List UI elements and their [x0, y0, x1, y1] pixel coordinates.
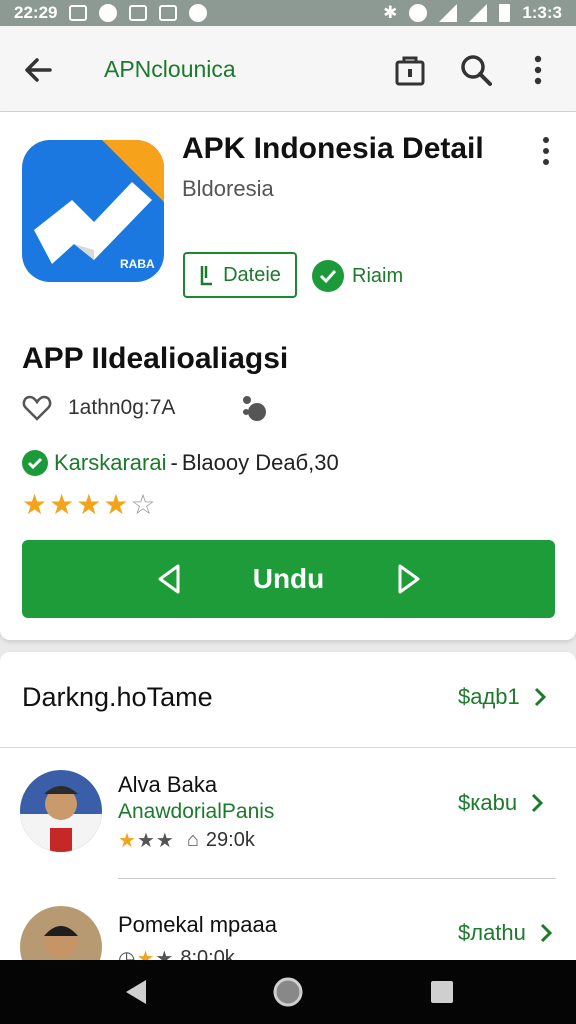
- download-button[interactable]: Undu: [22, 540, 555, 618]
- star-icon: ★: [118, 830, 136, 852]
- download-count-icon: ⌂: [186, 829, 199, 851]
- detail-button[interactable]: Dateie: [183, 252, 297, 298]
- nav-home-icon[interactable]: [270, 974, 306, 1010]
- store-bag-icon[interactable]: [390, 50, 430, 90]
- star-filled-icon: ★: [22, 489, 48, 520]
- item-subtitle: AnawdorialPanis: [118, 800, 275, 823]
- heart-icon[interactable]: [22, 394, 52, 422]
- star-filled-icon: ★: [103, 489, 129, 520]
- bracket-icon: [200, 266, 213, 286]
- system-nav-bar: [0, 960, 576, 1024]
- mail-notification-icon: [129, 5, 148, 21]
- star-icon: ★: [155, 830, 174, 852]
- chevron-right-icon: [534, 687, 546, 707]
- status-bar: 22:29 ✱ 1:3:3: [0, 0, 576, 26]
- list-item[interactable]: Alva Baka AnawdorialPanis ★ ★ ★ ⌂ 29:0k …: [0, 762, 576, 892]
- app-logo-icon: RABA: [22, 140, 164, 282]
- star-icon: ★: [136, 830, 155, 852]
- verified-check-icon: [22, 450, 48, 476]
- image-notification-icon: [69, 5, 88, 21]
- nav-back-icon[interactable]: [118, 974, 154, 1010]
- detail-button-label: Dateie: [223, 263, 281, 286]
- star-filled-icon: ★: [76, 489, 102, 520]
- status-time: 22:29: [14, 3, 58, 22]
- item-price-label: $каbu: [458, 790, 518, 815]
- app-developer[interactable]: Bldoresia: [182, 176, 274, 202]
- verified-detail: Blaooy Deаб,30: [181, 450, 339, 475]
- item-name: Alva Baka: [118, 772, 218, 797]
- item-name: Pomekal mpaaa: [118, 912, 277, 937]
- app-title: APK Indonesia Detail: [182, 132, 484, 165]
- app-icon-badge: RABA: [120, 257, 155, 271]
- item-rating: ★ ★ ★ ⌂ 29:0k: [118, 828, 255, 853]
- download-label: Undu: [252, 563, 325, 594]
- share-icon[interactable]: [237, 392, 269, 424]
- meta-text: 1athn0g:7А: [68, 396, 176, 419]
- verified-separator: -: [170, 450, 178, 475]
- battery-icon: [499, 4, 511, 22]
- avatar: [20, 770, 102, 852]
- star-filled-icon: ★: [49, 489, 75, 520]
- circle-notification-icon: [99, 4, 118, 22]
- nav-recents-icon[interactable]: [424, 974, 460, 1010]
- chevron-right-icon: [532, 793, 544, 813]
- signal-icon: [439, 4, 458, 22]
- back-arrow-icon[interactable]: [20, 50, 60, 90]
- app-bar-title: APNclounica: [104, 56, 236, 82]
- alarm-icon: [409, 4, 428, 22]
- item-stat: 29:0k: [205, 829, 255, 851]
- list-header: Darkng.hoTame $адb1: [0, 652, 576, 748]
- arrow-left-icon: [158, 564, 180, 594]
- meta-row: 1athn0g:7А: [22, 392, 269, 424]
- list-title: Darkng.hoTame: [22, 682, 213, 712]
- item-price[interactable]: $каbu: [458, 790, 545, 816]
- item-price[interactable]: $лаthu: [458, 920, 554, 946]
- list-card: Darkng.hoTame $адb1 Alva Baka Anawdorial…: [0, 652, 576, 972]
- card-overflow-icon[interactable]: [532, 134, 560, 170]
- divider: [118, 878, 556, 879]
- verified-row: Karskarаrаi - Blaooy Deаб,30: [22, 450, 339, 476]
- overflow-menu-icon[interactable]: [518, 50, 558, 90]
- wifi-icon: [469, 4, 488, 22]
- app-icon[interactable]: RABA: [22, 140, 164, 282]
- verified-label: Karskarаrаi: [54, 450, 167, 475]
- item-price-label: $лаthu: [458, 920, 526, 945]
- chevron-right-icon: [540, 923, 553, 943]
- chat-icon: [312, 260, 344, 292]
- search-icon[interactable]: [456, 50, 496, 90]
- see-all-label: $адb1: [458, 684, 520, 709]
- section-title: APP IIdealioaliagsi: [22, 342, 289, 375]
- bluetooth-icon: ✱: [383, 3, 398, 22]
- star-empty-icon: ☆: [130, 489, 156, 520]
- status-clock-right: 1:3:3: [522, 3, 562, 22]
- calendar-notification-icon: [159, 5, 178, 21]
- arrow-right-icon: [398, 564, 420, 594]
- app-bar: APNclounica: [0, 26, 576, 112]
- shield-notification-icon: [189, 4, 208, 22]
- star-rating: ★ ★ ★ ★ ☆: [22, 490, 156, 520]
- rate-button[interactable]: Riaim: [312, 258, 403, 294]
- see-all-link[interactable]: $адb1: [458, 684, 548, 710]
- rate-button-label: Riaim: [352, 264, 404, 287]
- app-detail-card: RABA APK Indonesia Detail Bldoresia Date…: [0, 112, 576, 640]
